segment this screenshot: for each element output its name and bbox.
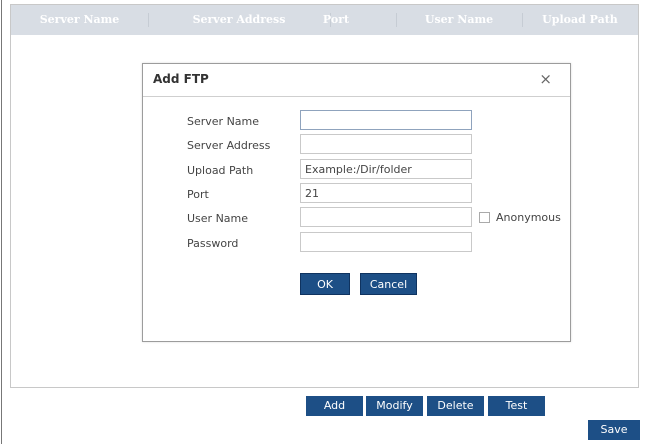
server-address-label: Server Address xyxy=(187,139,271,152)
anonymous-option[interactable]: Anonymous xyxy=(479,211,561,224)
close-icon[interactable]: × xyxy=(539,70,552,88)
column-header-server-name[interactable]: Server Name xyxy=(11,5,148,35)
user-name-label: User Name xyxy=(187,212,249,225)
dialog-title: Add FTP xyxy=(153,72,209,86)
dialog-divider xyxy=(143,96,570,97)
add-button[interactable]: Add xyxy=(306,396,363,416)
server-address-input[interactable] xyxy=(300,134,472,154)
anonymous-checkbox[interactable] xyxy=(479,212,490,223)
save-button[interactable]: Save xyxy=(588,420,640,440)
password-label: Password xyxy=(187,237,239,250)
port-input[interactable] xyxy=(300,183,472,203)
test-button[interactable]: Test xyxy=(488,396,545,416)
server-name-input[interactable] xyxy=(300,110,472,130)
add-ftp-dialog: Add FTP × Server Name Server Address Upl… xyxy=(142,63,571,342)
server-name-label: Server Name xyxy=(187,115,260,128)
column-header-port[interactable]: Port xyxy=(281,5,391,35)
column-header-upload-path[interactable]: Upload Path xyxy=(522,5,638,35)
anonymous-label: Anonymous xyxy=(496,211,561,224)
modify-button[interactable]: Modify xyxy=(366,396,423,416)
left-border xyxy=(1,0,2,444)
table-header: Server Name Server Address Port User Nam… xyxy=(11,5,638,35)
cancel-button[interactable]: Cancel xyxy=(360,273,417,295)
upload-path-label: Upload Path xyxy=(187,164,254,177)
upload-path-input[interactable] xyxy=(300,159,472,179)
password-input[interactable] xyxy=(300,232,472,252)
user-name-input[interactable] xyxy=(300,207,472,227)
ok-button[interactable]: OK xyxy=(300,273,350,295)
delete-button[interactable]: Delete xyxy=(427,396,484,416)
port-label: Port xyxy=(187,188,209,201)
column-header-user-name[interactable]: User Name xyxy=(396,5,522,35)
